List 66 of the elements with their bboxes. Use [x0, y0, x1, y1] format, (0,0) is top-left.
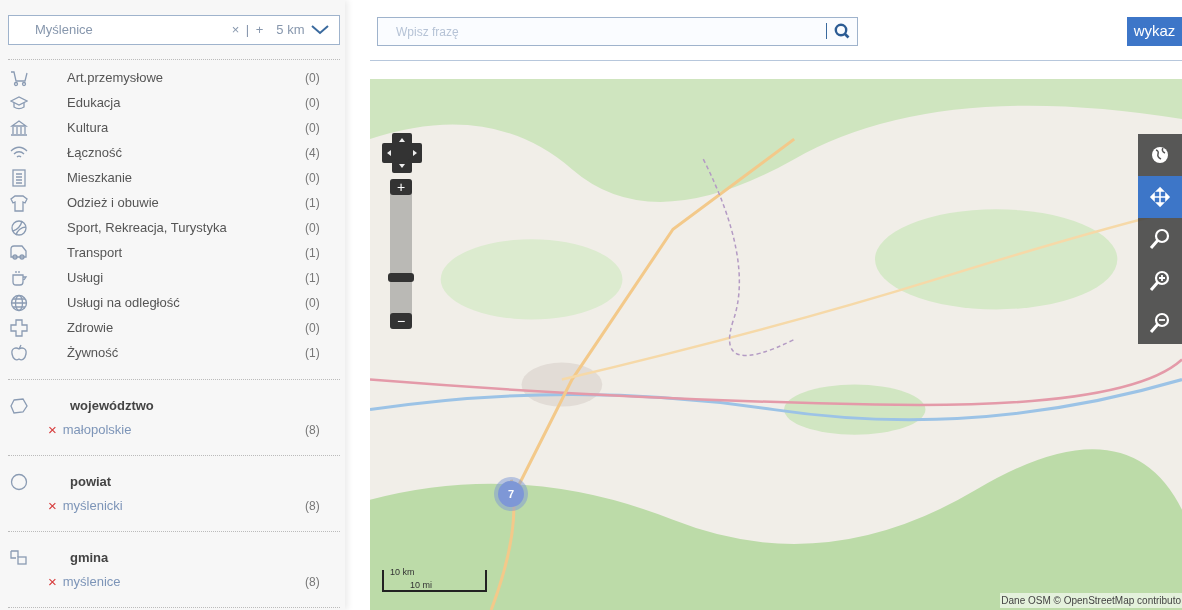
car-icon — [10, 243, 28, 262]
count-text: (8) — [305, 422, 321, 439]
globe-icon — [10, 293, 28, 312]
search-field[interactable]: Wpisz frazę — [377, 17, 858, 46]
radius-value: 5 km — [276, 21, 305, 40]
remove-button[interactable]: × — [48, 570, 57, 594]
shirt-icon — [10, 193, 28, 212]
category-link[interactable]: Usługi na odległość — [67, 292, 305, 313]
category-link[interactable]: Zdrowie — [67, 317, 305, 338]
count-text: (8) — [305, 574, 321, 591]
chevron-down-icon[interactable] — [311, 25, 329, 35]
category-link[interactable]: Usługi — [67, 267, 305, 288]
map-tool-button[interactable] — [1138, 176, 1182, 218]
count-text: (8) — [305, 498, 321, 515]
search-icon[interactable] — [834, 23, 850, 39]
list-button[interactable]: wykaz — [1127, 17, 1182, 46]
region-heading: powiat — [70, 473, 112, 492]
cup-icon — [10, 268, 28, 287]
cart-icon — [10, 68, 28, 87]
count-text: (0) — [305, 119, 321, 137]
count-text: (0) — [305, 169, 321, 187]
attribution-text: Dane OSM © OpenStreetMap contributo — [1000, 593, 1182, 608]
zoom-thumb[interactable] — [388, 273, 414, 283]
document-icon — [10, 168, 28, 187]
zoom-out-button[interactable]: − — [390, 313, 412, 329]
count-text: (0) — [305, 294, 321, 312]
zoom-in-button[interactable]: + — [390, 179, 412, 195]
pan-control[interactable] — [380, 131, 424, 175]
squares-icon — [10, 549, 28, 567]
category-link[interactable]: Sport, Rekreacja, Turystyka — [67, 217, 305, 238]
category-link[interactable]: Łączność — [67, 142, 305, 163]
hexagon-icon — [10, 397, 28, 415]
apple-icon — [10, 343, 28, 362]
building-icon — [10, 118, 28, 137]
category-link[interactable]: Odzież i obuwie — [67, 192, 305, 213]
scale-label: 10 km — [390, 566, 415, 579]
category-link[interactable]: Żywność — [67, 342, 305, 363]
location-value: Myślenice — [35, 21, 94, 40]
cross-icon — [10, 318, 28, 337]
count-text: (1) — [305, 244, 321, 262]
count-text: (0) — [305, 319, 321, 337]
region-heading: województwo — [70, 397, 154, 416]
count-text: (4) — [305, 144, 321, 162]
category-link[interactable]: Edukacja — [67, 92, 305, 113]
count-text: (0) — [305, 219, 321, 237]
count-text: (0) — [305, 94, 321, 112]
category-link[interactable]: Mieszkanie — [67, 167, 305, 188]
separator-text: | — [245, 21, 250, 40]
category-link[interactable]: Art.przemysłowe — [67, 67, 305, 88]
scale-label: 10 mi — [410, 579, 432, 592]
zoom-in-icon — [1149, 270, 1171, 292]
move-icon — [1149, 186, 1171, 208]
count-text: (1) — [305, 344, 321, 362]
category-link[interactable]: Transport — [67, 242, 305, 263]
ball-icon — [10, 218, 28, 237]
count-text: (0) — [305, 69, 321, 87]
region-heading: gmina — [70, 549, 109, 568]
remove-button[interactable]: × — [48, 494, 57, 518]
count-text: (1) — [305, 269, 321, 287]
count-text: (1) — [305, 194, 321, 212]
globe-icon — [1149, 144, 1171, 166]
zoom-out-icon — [1149, 312, 1171, 334]
zoom-icon — [1149, 228, 1171, 250]
remove-button[interactable]: × — [48, 418, 57, 442]
category-link[interactable]: Kultura — [67, 117, 305, 138]
circle-icon — [10, 473, 28, 491]
